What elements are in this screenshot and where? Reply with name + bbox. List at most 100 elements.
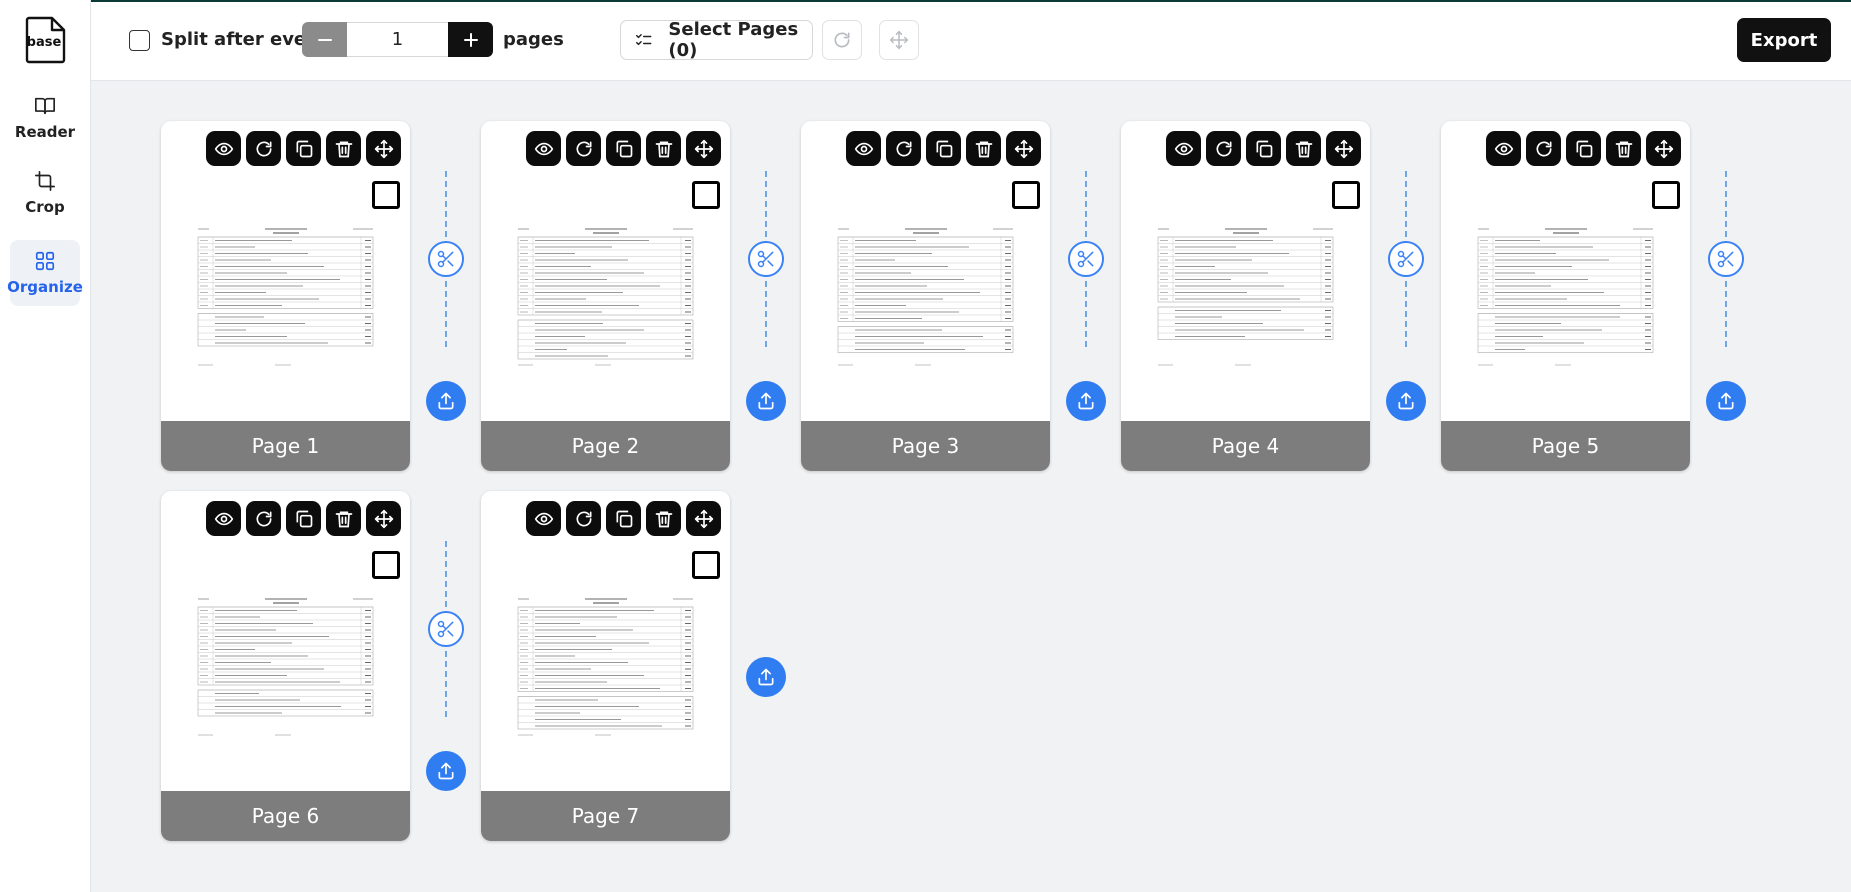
page-select-checkbox[interactable] (372, 551, 400, 579)
page-select-checkbox[interactable] (1652, 181, 1680, 209)
duplicate-page-button[interactable] (606, 131, 641, 166)
preview-page-button[interactable] (846, 131, 881, 166)
sidebar-item-crop[interactable]: Crop (10, 160, 80, 226)
book-icon (35, 97, 55, 115)
app-logo[interactable]: base (24, 16, 66, 64)
sidebar-item-organize[interactable]: Organize (7, 240, 83, 306)
page-card[interactable]: Page 7 (481, 491, 730, 841)
rotate-page-button[interactable] (566, 501, 601, 536)
duplicate-page-button[interactable] (1566, 131, 1601, 166)
page-thumbnail (517, 598, 694, 736)
page-card[interactable]: Page 1 (161, 121, 410, 471)
crop-icon (35, 171, 55, 191)
duplicate-page-button[interactable] (926, 131, 961, 166)
page-select-checkbox[interactable] (692, 181, 720, 209)
move-page-button[interactable] (1326, 131, 1361, 166)
rotate-page-button[interactable] (246, 501, 281, 536)
move-page-button[interactable] (686, 131, 721, 166)
delete-page-button[interactable] (326, 131, 361, 166)
move-icon (374, 509, 393, 528)
delete-page-button[interactable] (646, 501, 681, 536)
delete-page-button[interactable] (1606, 131, 1641, 166)
scissors-icon (437, 620, 454, 638)
insert-file-button[interactable] (746, 657, 786, 697)
split-here-button[interactable] (1068, 241, 1104, 277)
move-page-button[interactable] (366, 501, 401, 536)
move-page-button[interactable] (366, 131, 401, 166)
delete-page-button[interactable] (646, 131, 681, 166)
move-page-button[interactable] (1646, 131, 1681, 166)
duplicate-page-button[interactable] (286, 501, 321, 536)
move-page-button[interactable] (686, 501, 721, 536)
split-here-button[interactable] (428, 241, 464, 277)
preview-page-button[interactable] (1166, 131, 1201, 166)
duplicate-icon (616, 510, 632, 527)
select-pages-button[interactable]: Select Pages (0) (620, 19, 813, 61)
insert-file-button[interactable] (1706, 381, 1746, 421)
page-card[interactable]: Page 3 (801, 121, 1050, 471)
page-select-checkbox[interactable] (692, 551, 720, 579)
split-here-button[interactable] (1388, 241, 1424, 277)
rotate-icon (834, 32, 850, 48)
duplicate-page-button[interactable] (286, 131, 321, 166)
preview-icon (534, 512, 553, 525)
insert-file-button[interactable] (426, 751, 466, 791)
page-card-toolbar (1166, 131, 1361, 166)
insert-file-button[interactable] (1066, 381, 1106, 421)
preview-page-button[interactable] (526, 131, 561, 166)
split-here-button[interactable] (1708, 241, 1744, 277)
page-card[interactable]: Page 6 (161, 491, 410, 841)
duplicate-page-button[interactable] (606, 501, 641, 536)
page-thumbnail (1477, 228, 1654, 366)
rotate-page-button[interactable] (1526, 131, 1561, 166)
page-select-checkbox[interactable] (372, 181, 400, 209)
duplicate-icon (1256, 140, 1272, 157)
page-label: Page 3 (801, 421, 1050, 471)
move-page-button[interactable] (1006, 131, 1041, 166)
sidebar-item-label: Organize (7, 278, 83, 296)
insert-file-button[interactable] (746, 381, 786, 421)
export-button[interactable]: Export (1737, 18, 1831, 62)
rotate-page-button[interactable] (566, 131, 601, 166)
preview-page-button[interactable] (206, 501, 241, 536)
preview-page-button[interactable] (526, 501, 561, 536)
duplicate-icon (936, 140, 952, 157)
decrement-button[interactable] (302, 22, 347, 57)
split-here-button[interactable] (428, 611, 464, 647)
page-select-checkbox[interactable] (1012, 181, 1040, 209)
page-select-checkbox[interactable] (1332, 181, 1360, 209)
duplicate-page-button[interactable] (1246, 131, 1281, 166)
scissors-icon (757, 250, 774, 268)
rotate-page-button[interactable] (886, 131, 921, 166)
rotate-page-button[interactable] (1206, 131, 1241, 166)
page-card[interactable]: Page 5 (1441, 121, 1690, 471)
rotate-page-button[interactable] (246, 131, 281, 166)
insert-file-button[interactable] (426, 381, 466, 421)
page-label: Page 1 (161, 421, 410, 471)
rotate-all-button[interactable] (822, 20, 862, 60)
preview-icon (1174, 142, 1193, 155)
insert-file-icon (758, 392, 774, 410)
move-icon (1654, 139, 1673, 158)
preview-page-button[interactable] (206, 131, 241, 166)
insert-file-button[interactable] (1386, 381, 1426, 421)
top-accent-line (91, 0, 1851, 2)
insert-file-icon (758, 668, 774, 686)
split-here-button[interactable] (748, 241, 784, 277)
page-card[interactable]: Page 4 (1121, 121, 1370, 471)
page-card[interactable]: Page 2 (481, 121, 730, 471)
increment-button[interactable] (448, 22, 493, 57)
split-checkbox[interactable] (129, 30, 150, 51)
delete-page-button[interactable] (1286, 131, 1321, 166)
move-all-button[interactable] (879, 20, 919, 60)
sidebar-item-reader[interactable]: Reader (10, 85, 80, 151)
scissors-icon (437, 250, 454, 268)
duplicate-icon (296, 510, 312, 527)
preview-page-button[interactable] (1486, 131, 1521, 166)
duplicate-icon (1576, 140, 1592, 157)
delete-page-button[interactable] (326, 501, 361, 536)
preview-icon (214, 512, 233, 525)
delete-page-button[interactable] (966, 131, 1001, 166)
delete-icon (975, 141, 992, 157)
split-value-input[interactable]: 1 (347, 22, 448, 57)
